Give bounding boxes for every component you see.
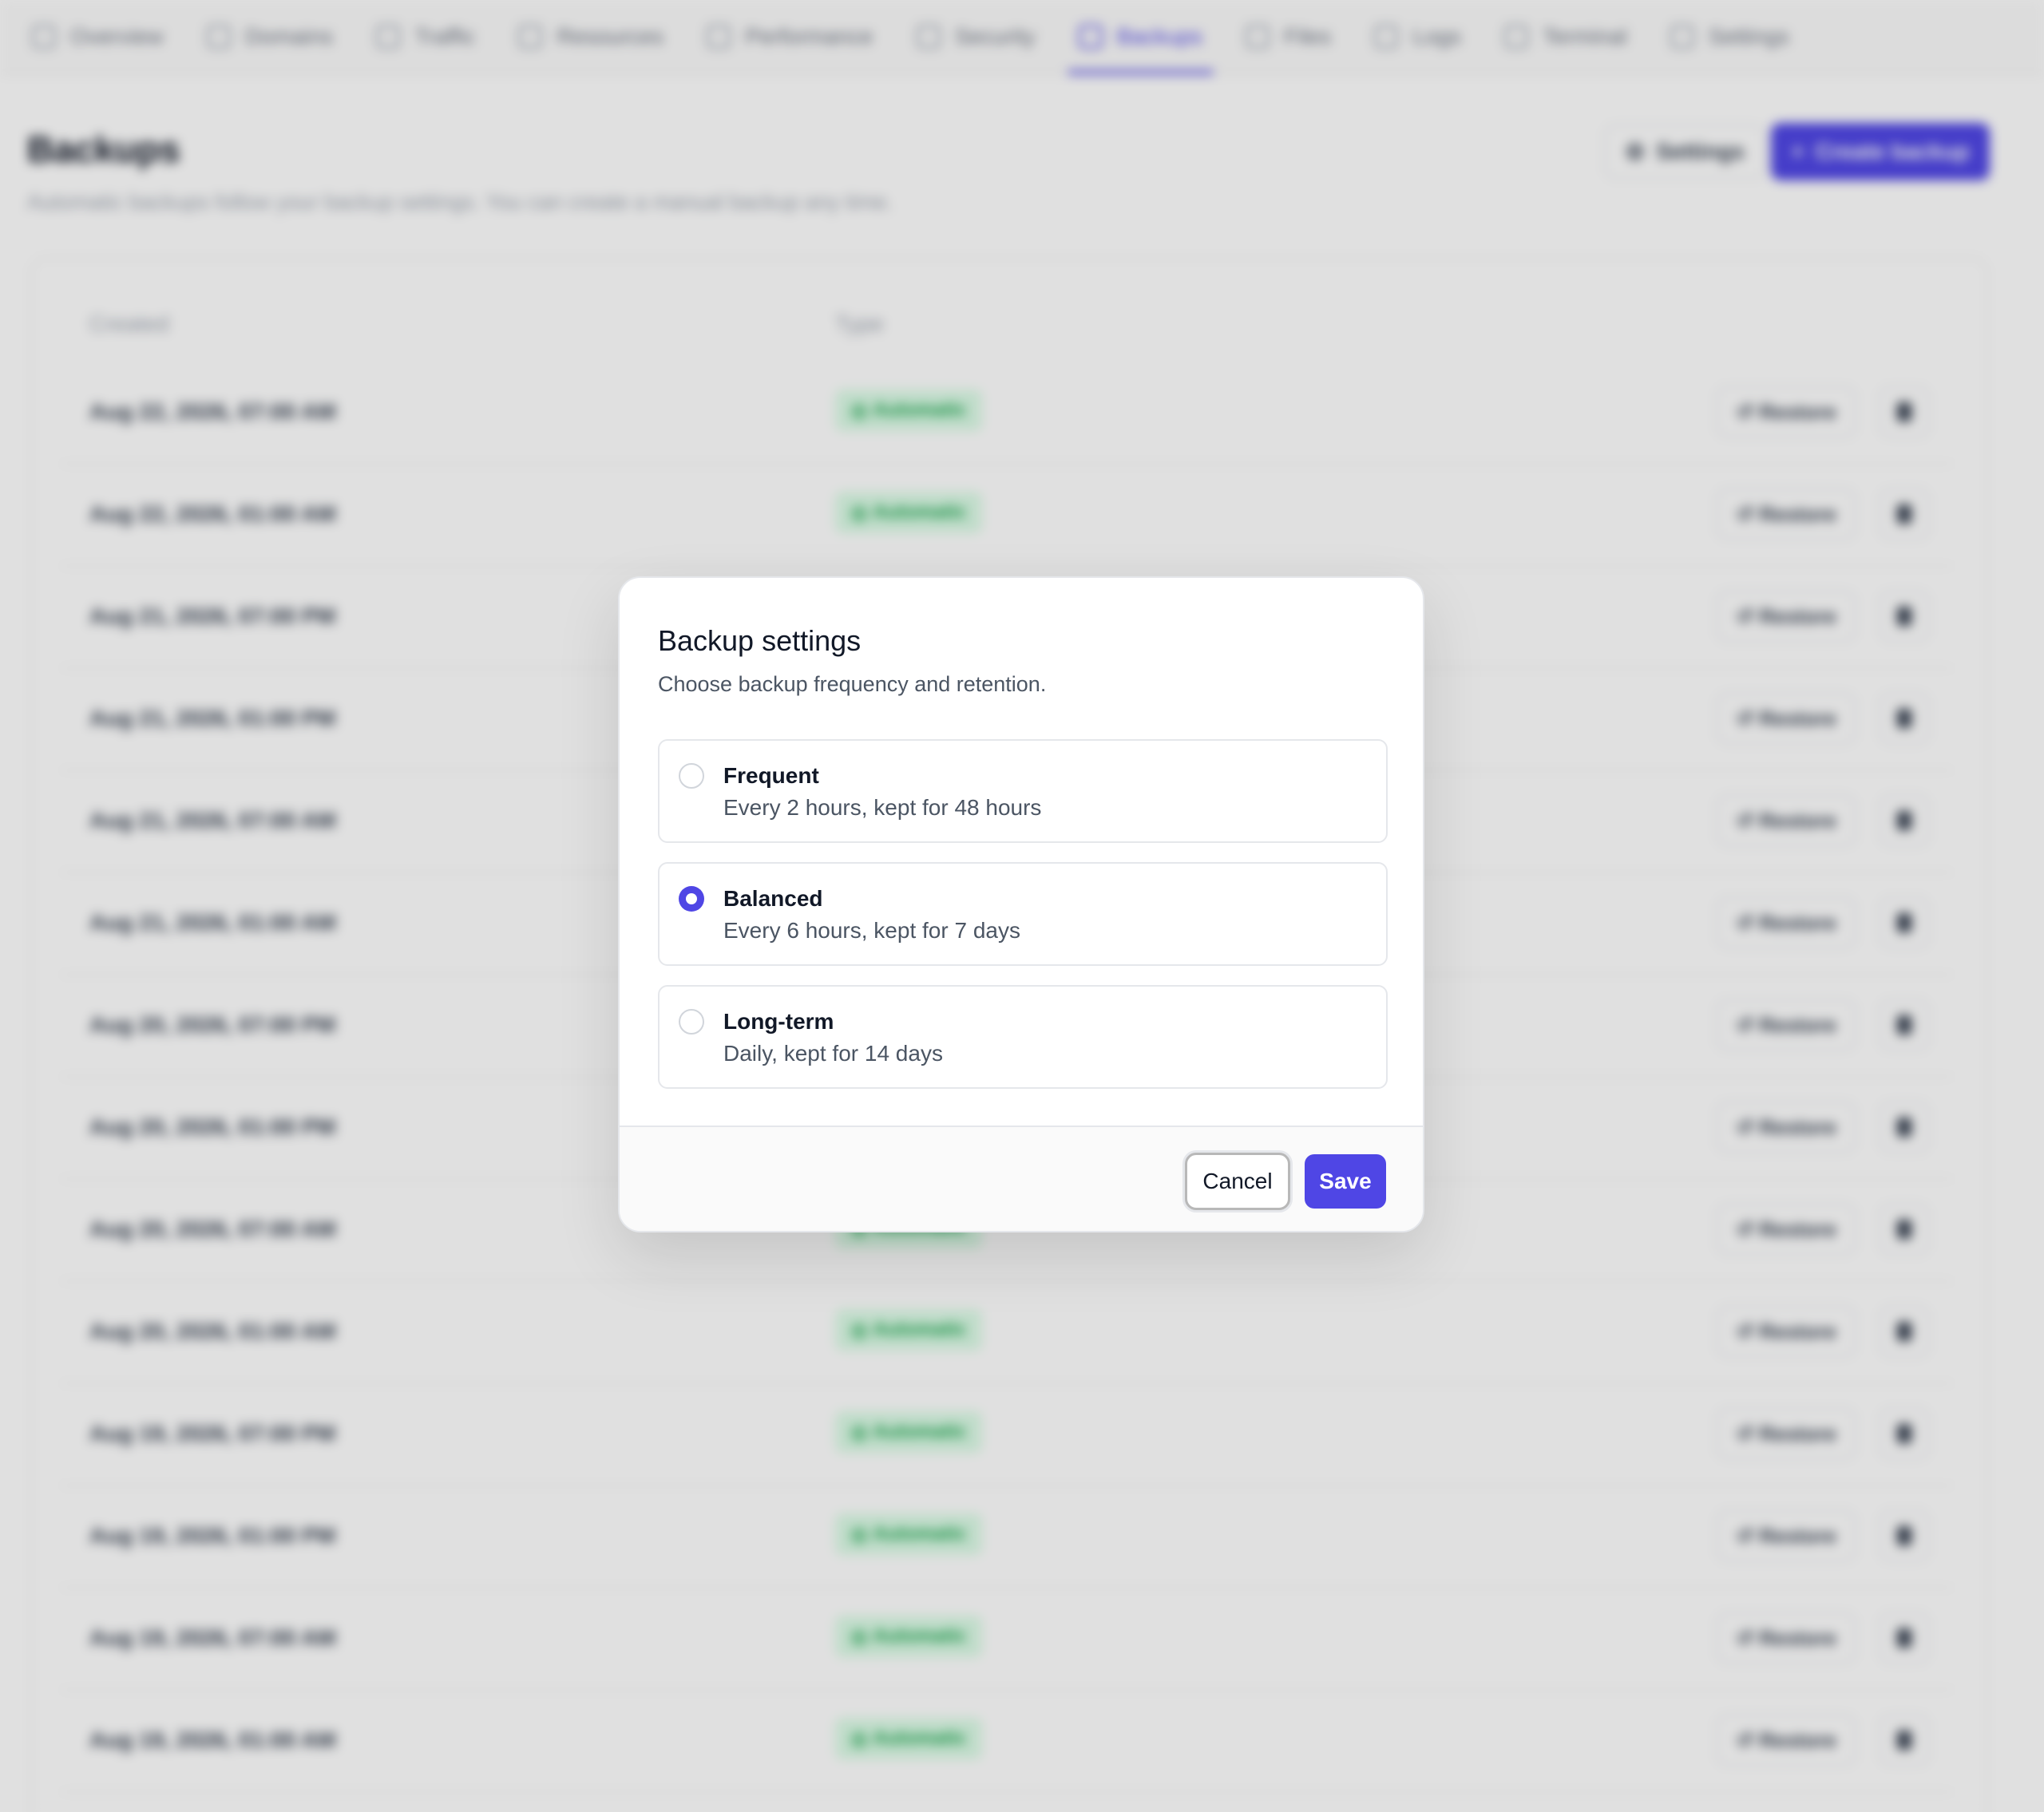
option-frequent[interactable]: Frequent Every 2 hours, kept for 48 hour… <box>658 739 1388 843</box>
option-description: Every 6 hours, kept for 7 days <box>723 918 1020 943</box>
option-label: Frequent <box>723 763 819 788</box>
dialog-title: Backup settings <box>658 624 862 657</box>
backup-settings-dialog: Backup settings Choose backup frequency … <box>618 576 1424 1232</box>
option-label: Balanced <box>723 886 823 911</box>
save-button[interactable]: Save <box>1305 1154 1386 1209</box>
option-balanced[interactable]: Balanced Every 6 hours, kept for 7 days <box>658 862 1388 966</box>
radio-long-term[interactable] <box>679 1009 704 1035</box>
radio-frequent[interactable] <box>679 763 704 789</box>
dialog-footer: Cancel Save <box>620 1126 1423 1231</box>
option-label: Long-term <box>723 1009 834 1034</box>
radio-balanced[interactable] <box>679 886 704 912</box>
option-description: Daily, kept for 14 days <box>723 1041 943 1066</box>
option-long-term[interactable]: Long-term Daily, kept for 14 days <box>658 985 1388 1089</box>
dialog-subtitle: Choose backup frequency and retention. <box>658 672 1047 696</box>
option-description: Every 2 hours, kept for 48 hours <box>723 795 1042 820</box>
cancel-button[interactable]: Cancel <box>1185 1153 1290 1210</box>
